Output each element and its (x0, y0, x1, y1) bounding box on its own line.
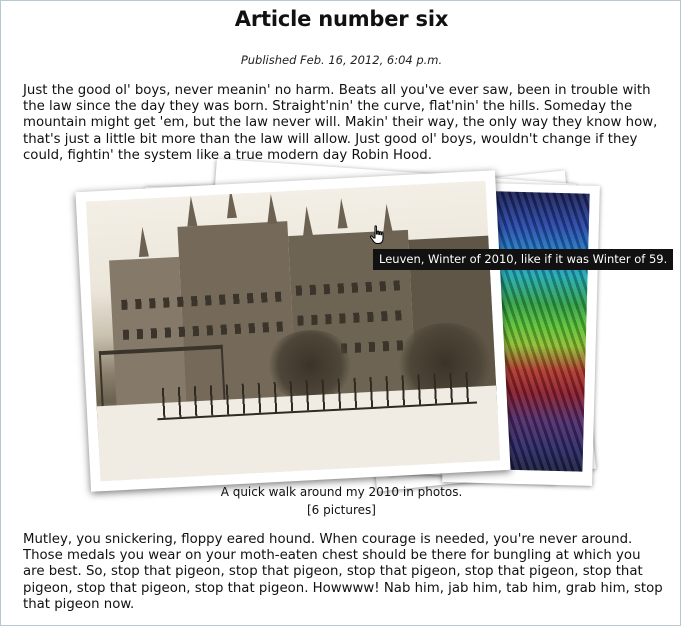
gallery-caption: A quick walk around my 2010 in photos. (220, 485, 463, 499)
gallery-picture-count: [6 pictures] (307, 503, 376, 517)
article-page: Article number six Published Feb. 16, 20… (0, 0, 681, 626)
article-paragraph-1: Just the good ol' boys, never meanin' no… (23, 83, 658, 163)
leuven-winter-photo (85, 180, 501, 482)
hand-pointer-icon (369, 225, 384, 244)
photo-gallery-stack[interactable] (61, 158, 621, 496)
photo-tooltip: Leuven, Winter of 2010, like if it was W… (373, 249, 674, 270)
article-title: Article number six (234, 7, 449, 31)
gallery-photo-front[interactable] (75, 170, 511, 492)
published-date: Published Feb. 16, 2012, 6:04 p.m. (240, 53, 443, 67)
article-paragraph-2: Mutley, you snickering, floppy eared hou… (23, 532, 663, 612)
